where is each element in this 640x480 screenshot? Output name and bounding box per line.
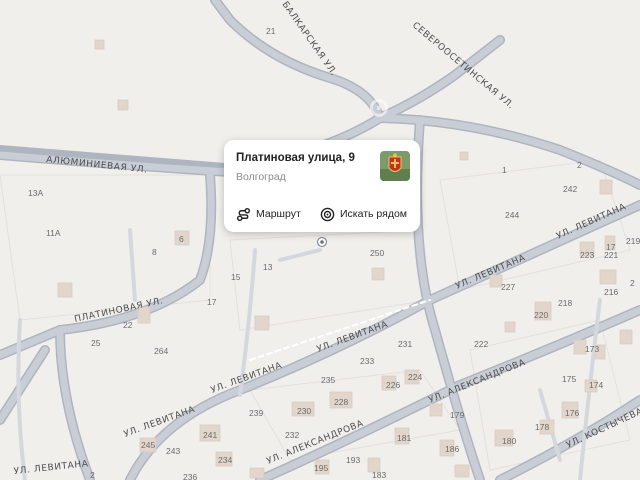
- search-nearby-icon: [320, 207, 335, 221]
- house-number: 15: [231, 272, 241, 282]
- house-number: 2: [630, 278, 635, 288]
- house-number: 183: [372, 470, 386, 480]
- house-number: 8: [152, 247, 157, 257]
- route-label: Маршрут: [256, 208, 301, 220]
- house-number: 178: [535, 422, 549, 432]
- house-number: 227: [501, 282, 515, 292]
- house-number: 216: [604, 287, 618, 297]
- house-number: 175: [562, 374, 576, 384]
- house-number: 25: [91, 338, 101, 348]
- house-number: 2: [577, 160, 582, 170]
- house-number: 235: [321, 375, 335, 385]
- house-number: 186: [445, 444, 459, 454]
- house-number: 243: [166, 446, 180, 456]
- house-number: 6: [179, 234, 184, 244]
- house-number: 223: [580, 250, 594, 260]
- map-watermark: ⊙: [368, 92, 391, 122]
- house-number: 176: [565, 408, 579, 418]
- house-number: 241: [203, 430, 217, 440]
- map-canvas[interactable]: АЛЮМИНИЕВАЯ УЛ. ПЛАТИНОВАЯ УЛ. УЛ. ЛЕВИТ…: [0, 0, 640, 480]
- address-popup[interactable]: Платиновая улица, 9 Волгоград Маршрут Ис…: [224, 140, 420, 232]
- house-number: 181: [397, 433, 411, 443]
- popup-subtitle: Волгоград: [236, 171, 286, 183]
- house-number: 245: [141, 440, 155, 450]
- house-number: 226: [386, 380, 400, 390]
- house-number: 234: [218, 455, 232, 465]
- house-number: 173: [585, 344, 599, 354]
- coat-of-arms-icon[interactable]: [380, 151, 410, 181]
- house-number: 219: [626, 236, 640, 246]
- house-number: 233: [360, 356, 374, 366]
- house-number: 231: [398, 339, 412, 349]
- route-icon: [236, 207, 251, 221]
- house-number: 195: [314, 463, 328, 473]
- house-number: 236: [183, 472, 197, 480]
- house-number: 180: [502, 436, 516, 446]
- house-number: 250: [370, 248, 384, 258]
- house-number: 2: [90, 470, 95, 480]
- house-number: 230: [297, 406, 311, 416]
- house-number: 174: [589, 380, 603, 390]
- house-number: 220: [534, 310, 548, 320]
- search-nearby-button[interactable]: Искать рядом: [320, 206, 407, 222]
- house-number: 11А: [46, 228, 61, 238]
- route-button[interactable]: Маршрут: [236, 206, 301, 222]
- house-number: 264: [154, 346, 168, 356]
- house-number: 17: [606, 242, 616, 252]
- house-number: 179: [450, 410, 464, 420]
- house-number: 244: [505, 210, 519, 220]
- location-pin-icon[interactable]: [316, 236, 328, 248]
- house-number: 17: [207, 297, 217, 307]
- house-number: 242: [563, 184, 577, 194]
- popup-title: Платиновая улица, 9: [236, 152, 355, 164]
- house-number: 222: [474, 339, 488, 349]
- house-number: 1: [502, 165, 507, 175]
- house-number: 22: [123, 320, 133, 330]
- house-number: 13: [263, 262, 273, 272]
- house-number: 228: [334, 397, 348, 407]
- house-number: 232: [285, 430, 299, 440]
- house-number: 21: [266, 26, 276, 36]
- house-number: 224: [408, 372, 422, 382]
- house-number: 218: [558, 298, 572, 308]
- house-number: 239: [249, 408, 263, 418]
- search-nearby-label: Искать рядом: [340, 208, 408, 220]
- house-number: 193: [346, 455, 360, 465]
- house-number: 13А: [28, 188, 43, 198]
